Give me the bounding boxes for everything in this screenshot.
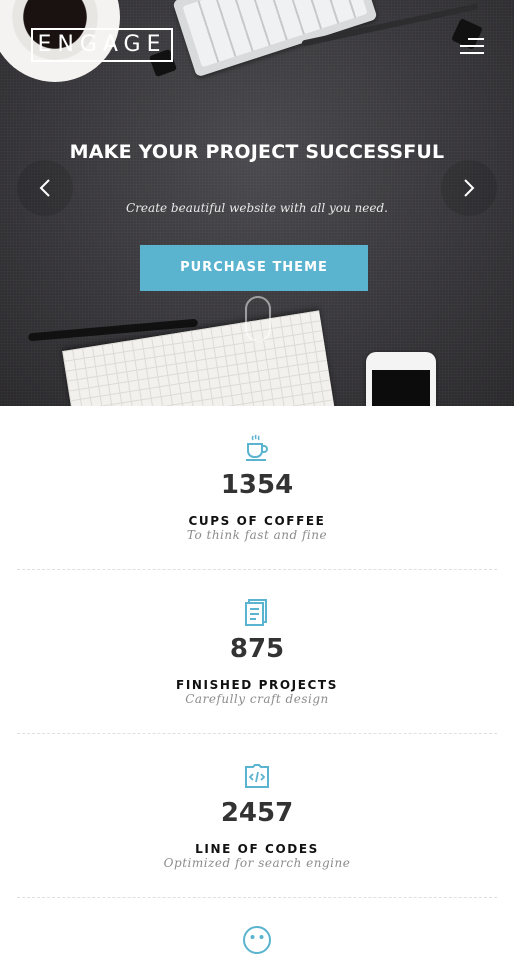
divider — [17, 569, 497, 570]
stat-label: CUPS OF COFFEE — [188, 514, 326, 528]
hero-slider: ENGAGE MAKE YOUR PROJECT SUCCESSFUL Crea… — [0, 0, 514, 406]
stat-label: FINISHED PROJECTS — [176, 678, 338, 692]
stat-number: 875 — [229, 634, 285, 664]
stat-description: Optimized for search engine — [163, 856, 351, 870]
chevron-left-icon — [39, 179, 50, 197]
divider — [17, 733, 497, 734]
smiley-face-icon — [243, 926, 271, 954]
stat-label: LINE OF CODES — [195, 842, 319, 856]
divider — [17, 897, 497, 898]
stat-description: Carefully craft design — [185, 692, 329, 706]
site-logo[interactable]: ENGAGE — [31, 28, 173, 62]
stat-number: 1354 — [220, 470, 294, 500]
hero-subtitle: Create beautiful website with all you ne… — [126, 201, 388, 215]
notebook-image — [62, 310, 338, 406]
keyboard-image — [172, 0, 378, 78]
stat-number: 2457 — [220, 798, 294, 828]
document-icon — [245, 599, 267, 626]
stat-description: To think fast and fine — [186, 528, 328, 542]
phone-image — [366, 352, 436, 406]
hamburger-menu-icon[interactable] — [460, 38, 484, 58]
purchase-theme-button[interactable]: PURCHASE THEME — [140, 245, 368, 291]
coffee-cup-icon — [246, 434, 268, 461]
code-clipboard-icon — [245, 764, 269, 788]
scroll-down-indicator[interactable] — [245, 296, 271, 342]
hero-title: MAKE YOUR PROJECT SUCCESSFUL — [69, 141, 445, 163]
chevron-right-icon — [464, 179, 475, 197]
